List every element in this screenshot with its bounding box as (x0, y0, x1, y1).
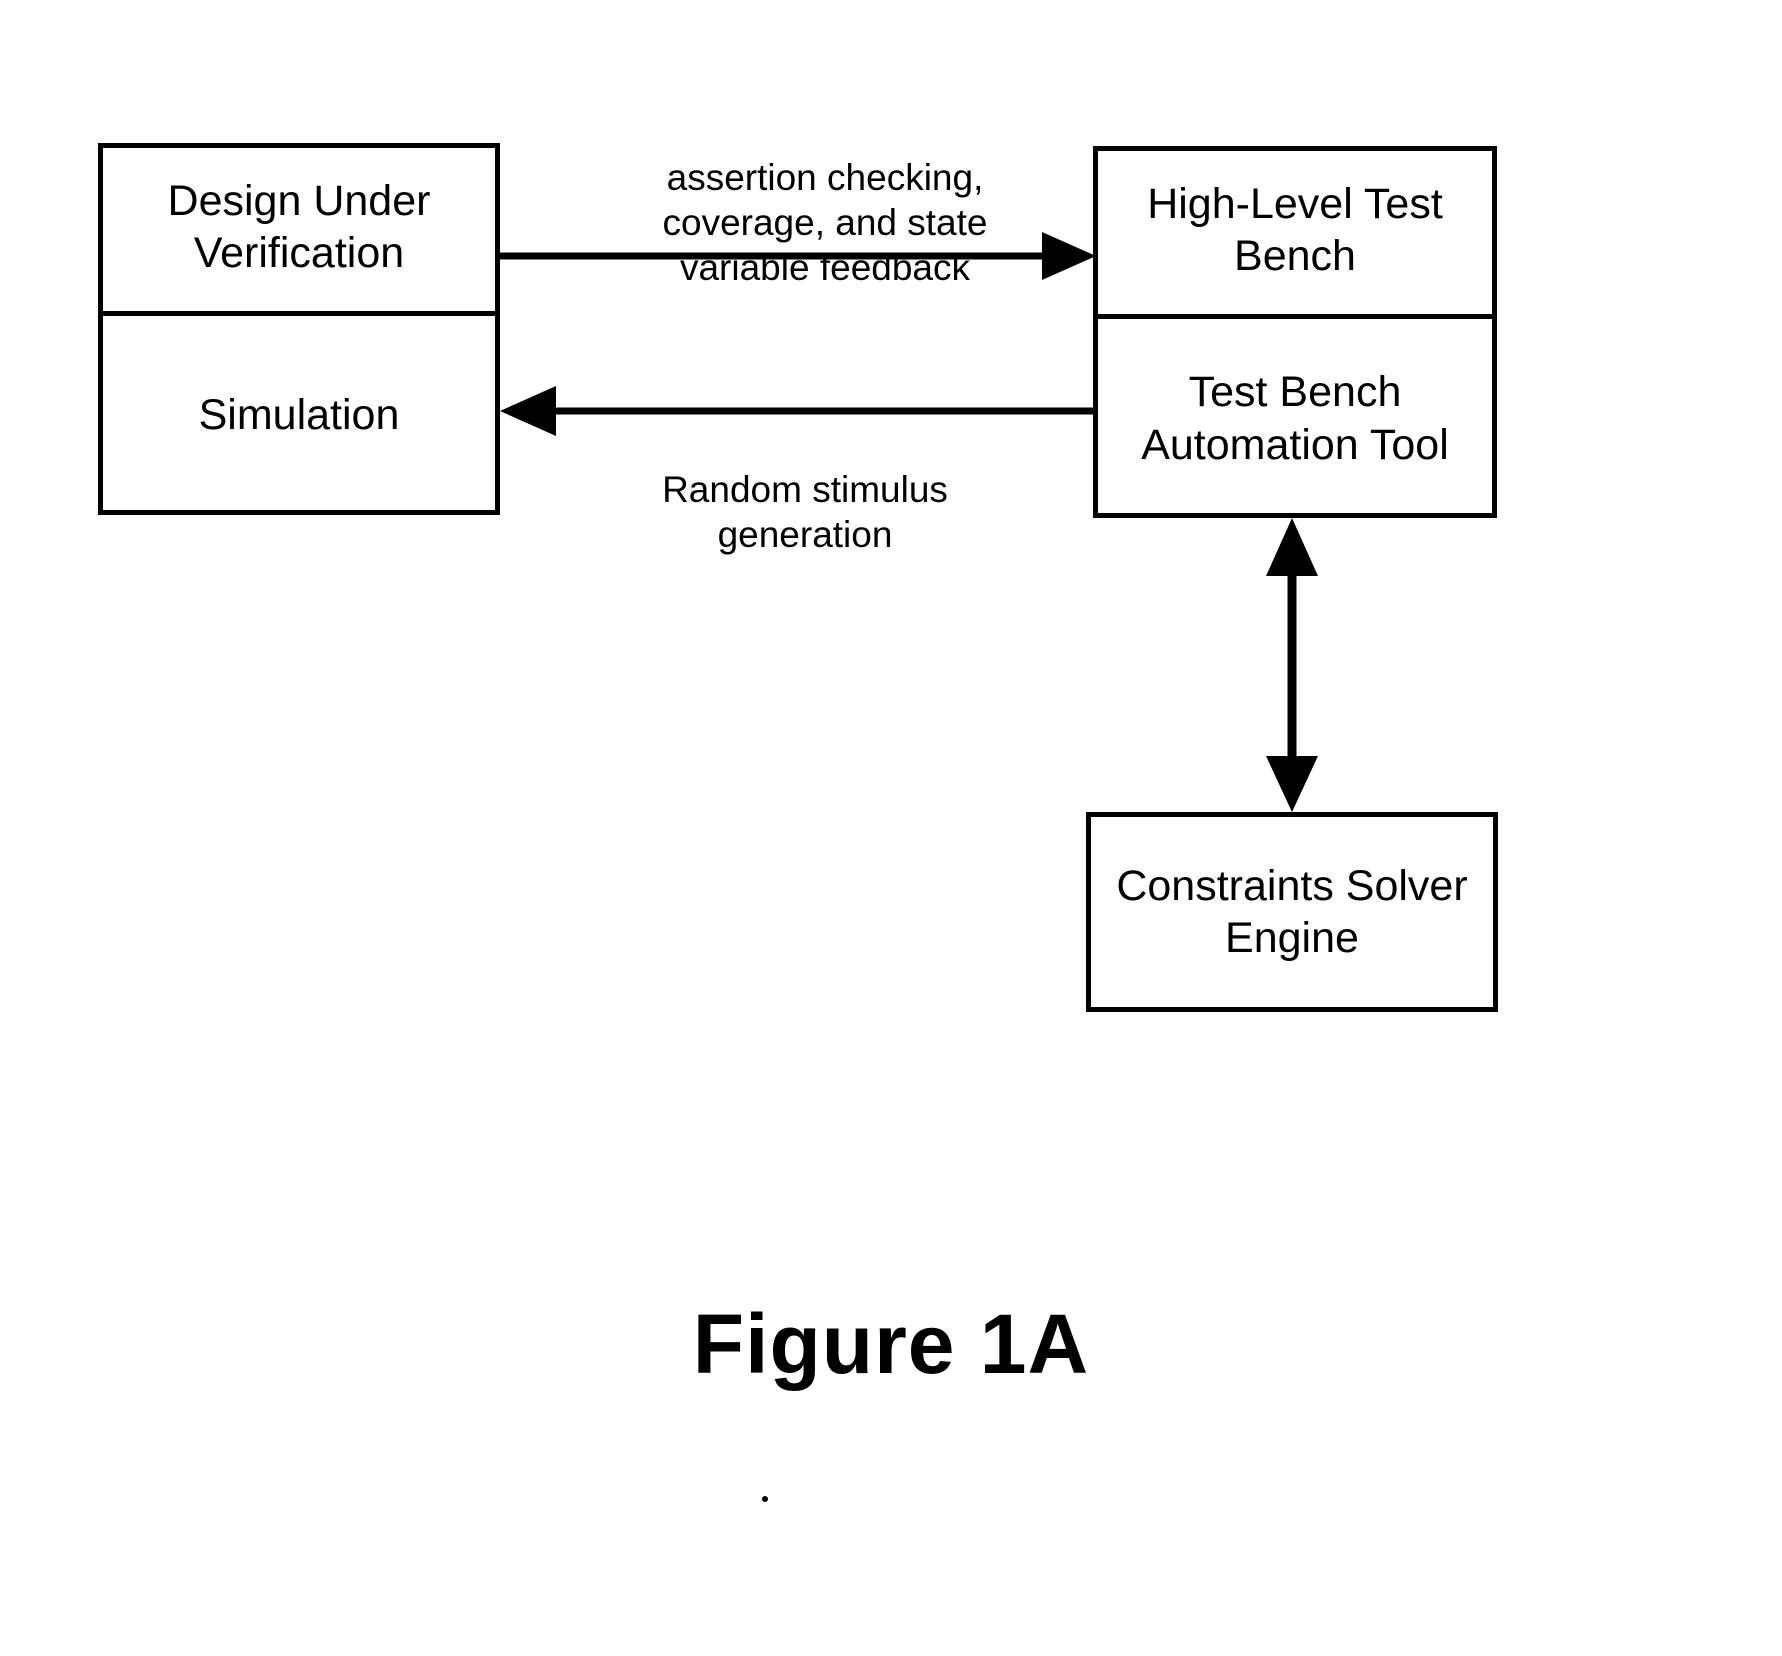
node-design-under-verification-label: Design Under Verification (167, 176, 431, 277)
edge-label-feedback: assertion checking, coverage, and state … (600, 110, 1050, 291)
node-test-bench-automation-tool-label: Test Bench Automation Tool (1141, 368, 1449, 469)
figure-caption: Figure 1A (0, 1296, 1782, 1393)
node-test-bench-automation-tool: Test Bench Automation Tool (1093, 319, 1497, 518)
figure-caption-text: Figure 1A (692, 1297, 1090, 1391)
page-mark-dot (762, 1496, 768, 1502)
node-simulation: Simulation (98, 316, 500, 515)
edge-label-random-stimulus: Random stimulus generation (590, 422, 1020, 557)
node-simulation-label: Simulation (198, 391, 400, 440)
edge-label-feedback-text: assertion checking, coverage, and state … (662, 157, 988, 289)
node-high-level-test-bench-label: High-Level Test Bench (1147, 179, 1443, 280)
figure-canvas: Design Under Verification Simulation Hig… (0, 0, 1782, 1656)
node-high-level-test-bench: High-Level Test Bench (1093, 146, 1497, 314)
node-constraints-solver-engine-label: Constraints Solver Engine (1116, 861, 1468, 962)
edge-label-random-stimulus-text: Random stimulus generation (662, 469, 948, 556)
node-design-under-verification: Design Under Verification (98, 143, 500, 311)
node-constraints-solver-engine-cell: Constraints Solver Engine (1086, 812, 1498, 1012)
arrow-solver-bidirectional (1266, 518, 1318, 812)
